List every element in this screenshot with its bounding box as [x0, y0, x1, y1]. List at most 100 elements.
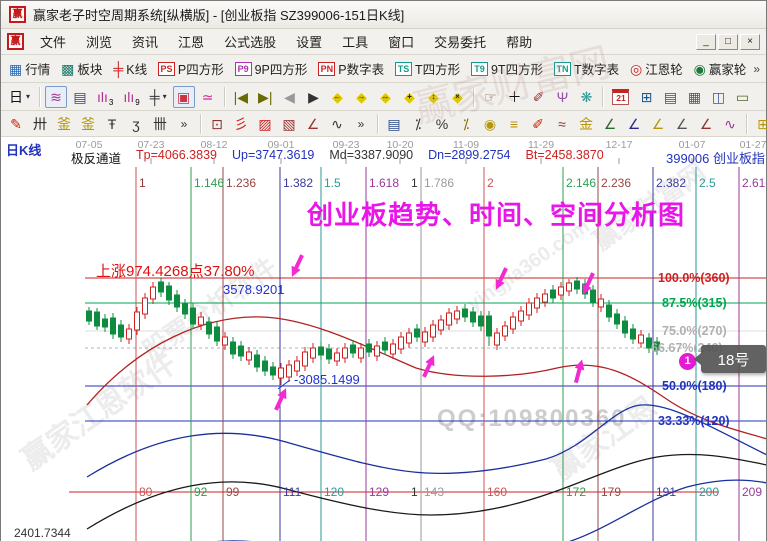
close-button[interactable]: ×	[740, 34, 760, 50]
toolbar-button-grid-gold[interactable]: ⊞	[752, 113, 767, 135]
toolbar-button-angle-line[interactable]: ∠	[302, 113, 324, 135]
menu-item-formula-stock-pick[interactable]: 公式选股	[214, 29, 286, 54]
toolbar-button-prev-bar[interactable]: ◀	[278, 86, 300, 108]
menu-item-file[interactable]: 文件	[30, 29, 76, 54]
period-day-caret-icon[interactable]: ▾	[26, 92, 30, 101]
toolbar-button-t-number-table[interactable]: TNT数字表	[550, 58, 623, 80]
toolbar-button-report-window[interactable]: ▤	[69, 86, 91, 108]
prev-bar-icon: ◀	[284, 90, 295, 104]
toolbar-button-save[interactable]: ▦	[683, 86, 705, 108]
toolbar-button-percent[interactable]: %	[431, 113, 453, 135]
menu-item-settings[interactable]: 设置	[286, 29, 332, 54]
menu-item-browse[interactable]: 浏览	[76, 29, 122, 54]
toolbar-button-snapshot[interactable]: ◫	[707, 86, 729, 108]
toolbar-button-angle-box[interactable]: ∠	[695, 113, 717, 135]
candle-body	[271, 367, 276, 375]
toolbar-overflow-icon[interactable]: »	[753, 62, 762, 76]
angle-box-icon: ∠	[700, 117, 713, 131]
toolbar-button-first-page[interactable]: |◀	[230, 86, 252, 108]
toolbar-button-panel-list[interactable]: ▤	[383, 113, 405, 135]
toolbar-button-brush[interactable]: ✎	[5, 113, 27, 135]
toolbar-button-last-page[interactable]: ▶|	[254, 86, 276, 108]
toolbar-button-grid-dense[interactable]: 卌	[149, 113, 171, 135]
toolbar-button-gann-tool[interactable]: Ψ	[551, 86, 573, 108]
toolbar-button-next-bar[interactable]: ▶	[302, 86, 324, 108]
candle-style-caret-icon[interactable]: ▾	[163, 92, 167, 101]
toolbar-button-wave-2[interactable]: ∿	[719, 113, 741, 135]
toolbar-button-time-ruler[interactable]: Ŧ	[101, 113, 123, 135]
menu-item-window[interactable]: 窗口	[378, 29, 424, 54]
toolbar-button-calendar[interactable]: 21	[608, 86, 633, 108]
toolbar-button-grid-lines[interactable]: 卅	[29, 113, 51, 135]
toolbar-button-t-square[interactable]: TST四方形	[391, 58, 464, 80]
toolbar-button-angle-speed[interactable]: ∠	[671, 113, 693, 135]
toolbar-button-9t-square[interactable]: T99T四方形	[467, 58, 547, 80]
toolbar-button-golden-gate-2[interactable]: 釜	[77, 113, 99, 135]
p-number-table-label: P数字表	[338, 59, 384, 78]
toolbar-button-bars-3[interactable]: ılı3	[93, 86, 117, 108]
toolbar-separator	[377, 114, 378, 134]
toolbar-button-angle-f[interactable]: ∠	[623, 113, 645, 135]
menu-item-gann[interactable]: 江恩	[168, 29, 214, 54]
toolbar-button-gold-lines[interactable]: ≡	[503, 113, 525, 135]
minimize-button[interactable]: _	[696, 34, 716, 50]
toolbar-button-color-wave[interactable]: ≃	[197, 86, 219, 108]
toolbar-button-export[interactable]: ▭	[731, 86, 753, 108]
toolbar-button-gann-square[interactable]: ▧	[278, 113, 300, 135]
toolbar-button-9p-square[interactable]: P99P四方形	[231, 58, 312, 80]
toolbar-button-p-number-table[interactable]: PNP数字表	[314, 58, 388, 80]
toolbar-button-band-tool[interactable]: ▣	[173, 86, 195, 108]
toolbar-button-mark-pen[interactable]: ✐	[527, 113, 549, 135]
toolbar-button-expand-x[interactable]: ◆↔	[374, 86, 396, 108]
toolbar-button-angle-j[interactable]: ∠	[599, 113, 621, 135]
menu-items: 文件浏览资讯江恩公式选股设置工具窗口交易委托帮助	[30, 29, 542, 54]
toolbar-button-cycle-tool[interactable]: ❋	[575, 86, 597, 108]
toolbar-button-box-ruler[interactable]: ⊡	[206, 113, 228, 135]
t-number-table-icon: TN	[554, 62, 571, 76]
toolbar-button-kline[interactable]: ╪K线	[109, 58, 151, 80]
menu-item-news[interactable]: 资讯	[122, 29, 168, 54]
toolbar-button-compress-y[interactable]: ◆↕	[422, 86, 444, 108]
toolbar-button-gann-box[interactable]: ▨	[254, 113, 276, 135]
toolbar-button-calculator[interactable]: ⊞	[635, 86, 657, 108]
candle-body	[511, 317, 516, 329]
toolbar-button-p-square[interactable]: PSP四方形	[154, 58, 228, 80]
toolbar-button-pan-right[interactable]: ◆→	[350, 86, 372, 108]
toolbar-button-sectors[interactable]: ▩板块	[57, 58, 106, 80]
toolbar-button-quotes[interactable]: ▦行情	[5, 58, 54, 80]
toolbar-button-trend-window[interactable]: ≋	[45, 86, 67, 108]
toolbar-button-gann-fan[interactable]: 彡	[230, 113, 252, 135]
candle-body	[575, 281, 580, 289]
toolbar-button-measure-tool[interactable]: ✐	[527, 86, 549, 108]
toolbar-button-more-draw-2[interactable]: »	[350, 113, 372, 135]
menu-item-help[interactable]: 帮助	[496, 29, 542, 54]
toolbar-button-crosshair-tool[interactable]: ＋	[503, 86, 525, 108]
toolbar-button-notes[interactable]: ▤	[659, 86, 681, 108]
toolbar-button-percent-gold[interactable]: ⁒	[455, 113, 477, 135]
toolbar-button-expand-xy[interactable]: ◆+	[398, 86, 420, 108]
count-label: 129	[369, 485, 389, 499]
window-title: 赢家老子时空周期系统[纵横版] - [创业板指 SZ399006-151日K线]	[33, 5, 404, 24]
toolbar-button-wave-band[interactable]: ≈	[551, 113, 573, 135]
toolbar-button-compress-xy[interactable]: ◆×	[446, 86, 468, 108]
toolbar-button-gann-wheel[interactable]: ◎江恩轮	[626, 58, 687, 80]
toolbar-button-pan-left[interactable]: ◆←	[326, 86, 348, 108]
toolbar-button-golden-gate-1[interactable]: 釜	[53, 113, 75, 135]
toolbar-button-gold-box[interactable]: 金	[575, 113, 597, 135]
toolbar-button-hand-tool[interactable]: ☞	[479, 86, 501, 108]
toolbar-separator	[39, 87, 40, 107]
restore-button[interactable]: □	[718, 34, 738, 50]
toolbar-button-bars-9[interactable]: ılı9	[119, 86, 143, 108]
toolbar-button-more-draw-1[interactable]: »	[173, 113, 195, 135]
ratio-label: 1	[139, 176, 146, 190]
menu-item-tools[interactable]: 工具	[332, 29, 378, 54]
toolbar-button-spiral[interactable]: ʒ	[125, 113, 147, 135]
toolbar-button-percent-lines[interactable]: ⁒	[407, 113, 429, 135]
toolbar-button-candle-style[interactable]: ╪▾	[146, 86, 171, 108]
toolbar-button-angle-gold[interactable]: ∠	[647, 113, 669, 135]
toolbar-button-zigzag[interactable]: ∿	[326, 113, 348, 135]
menu-item-trade[interactable]: 交易委托	[424, 29, 496, 54]
toolbar-button-winner-wheel[interactable]: ◉赢家轮	[690, 58, 751, 80]
toolbar-button-period-day[interactable]: 日▾	[5, 86, 34, 108]
toolbar-button-gold-circle[interactable]: ◉	[479, 113, 501, 135]
